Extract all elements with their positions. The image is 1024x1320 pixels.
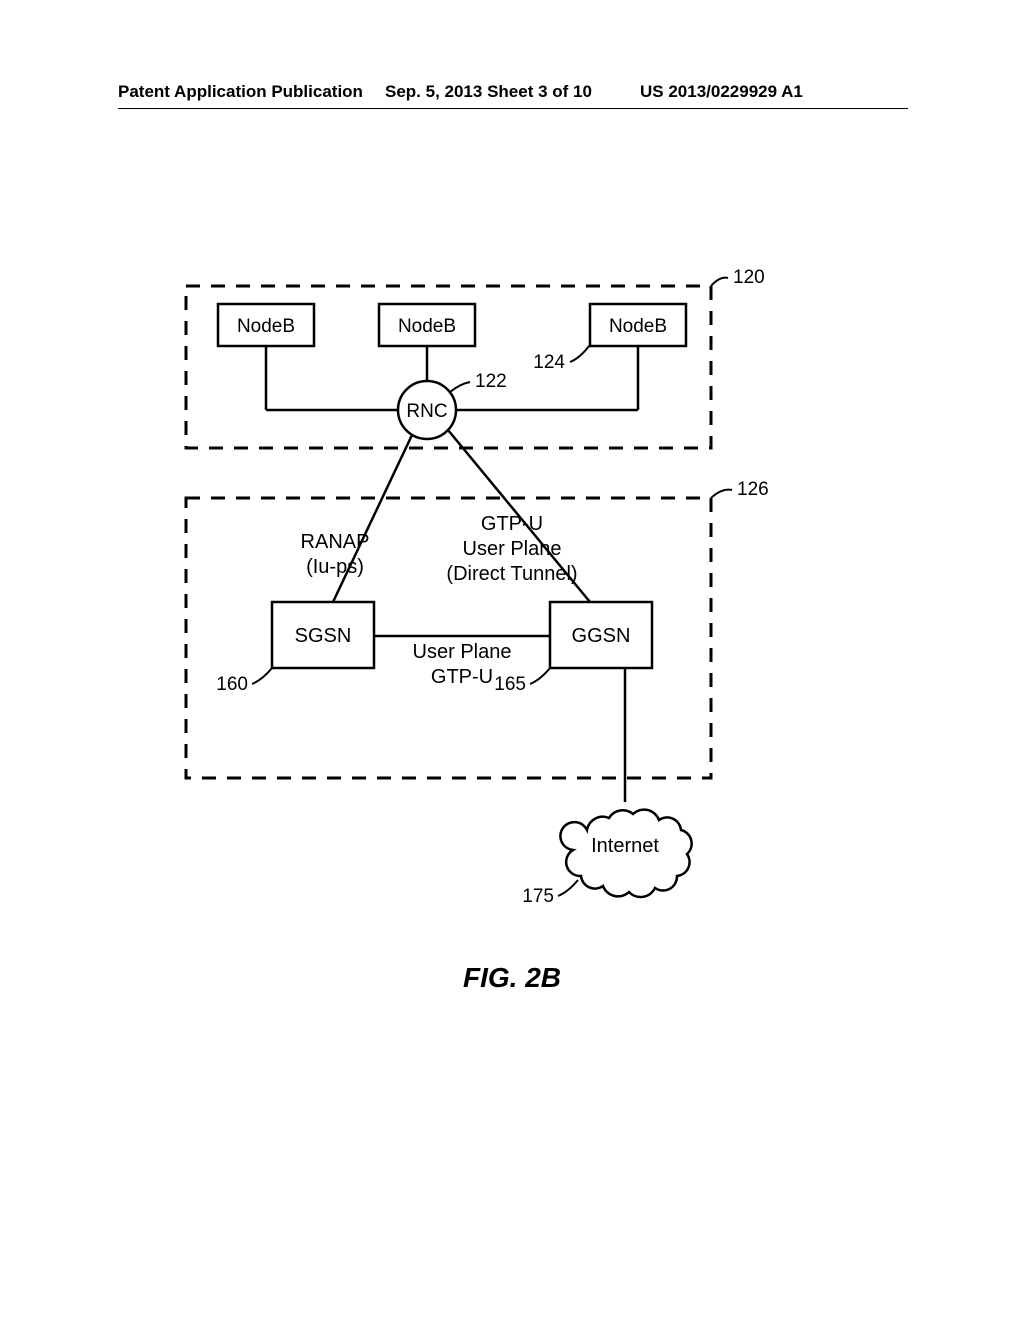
diagram-svg: NodeB NodeB NodeB RNC SGSN GGSN RANAP (I…: [0, 0, 1024, 1320]
page: Patent Application Publication Sep. 5, 2…: [0, 0, 1024, 1320]
ref-165: 165: [494, 674, 526, 695]
ranap-label-2: (Iu-ps): [306, 556, 364, 578]
userplane-label-1: User Plane: [413, 641, 512, 663]
ggsn-label: GGSN: [572, 625, 631, 647]
nodeb-label-2: NodeB: [398, 316, 456, 337]
nodeb-label-1: NodeB: [237, 316, 295, 337]
gtpu-label-2: User Plane: [463, 538, 562, 560]
gtpu-label-3: (Direct Tunnel): [446, 563, 577, 585]
ref-120: 120: [733, 267, 765, 288]
internet-label: Internet: [591, 835, 659, 857]
gtpu-label-1: GTP-U: [481, 513, 543, 535]
leader-160: [252, 668, 272, 684]
ref-124: 124: [533, 352, 565, 373]
ref-126: 126: [737, 479, 769, 500]
ref-175: 175: [522, 886, 554, 907]
ref-160: 160: [216, 674, 248, 695]
ref-122: 122: [475, 371, 507, 392]
leader-126: [711, 490, 732, 498]
rnc-label: RNC: [406, 401, 447, 422]
figure-caption: FIG. 2B: [0, 962, 1024, 994]
nodeb-label-3: NodeB: [609, 316, 667, 337]
leader-120: [711, 278, 728, 286]
leader-122: [450, 382, 470, 392]
userplane-label-2: GTP-U: [431, 666, 493, 688]
leader-124: [570, 346, 589, 362]
leader-165: [530, 668, 550, 684]
ranap-label-1: RANAP: [301, 531, 370, 553]
sgsn-label: SGSN: [295, 625, 352, 647]
leader-175: [558, 880, 578, 896]
